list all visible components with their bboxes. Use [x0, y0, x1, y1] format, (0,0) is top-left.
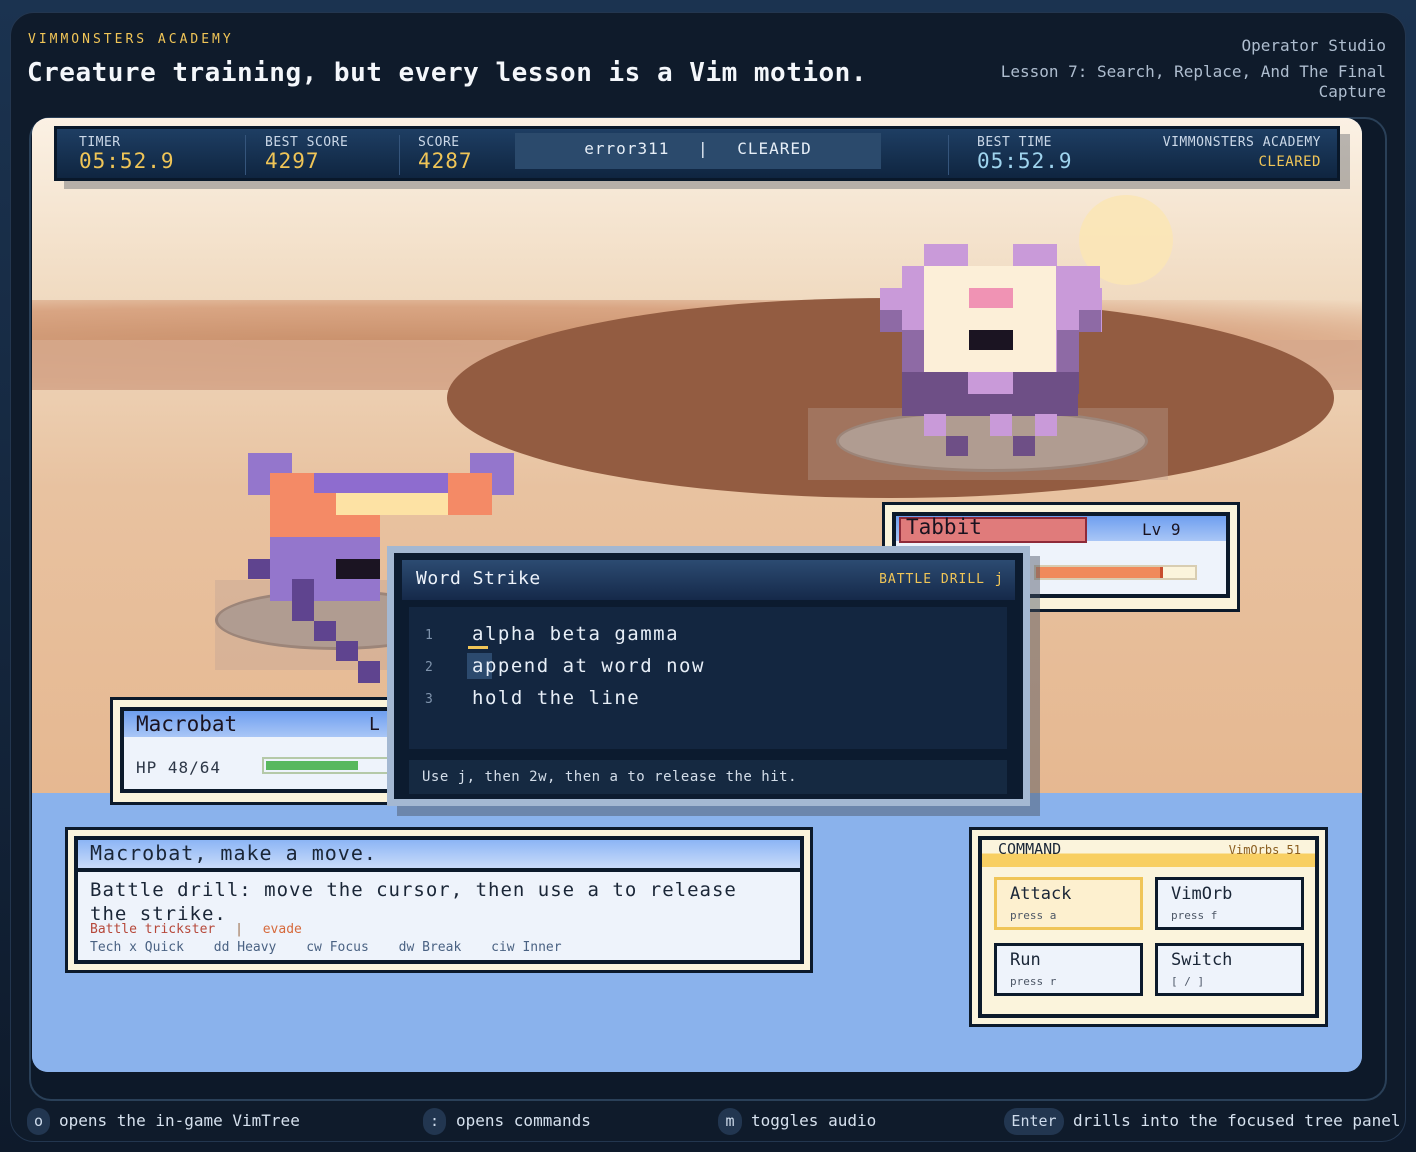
move-item[interactable]: dd Heavy [214, 940, 277, 955]
pending-key: j [994, 571, 1003, 587]
timer-value: 05:52.9 [79, 149, 175, 173]
hud-divider [948, 135, 949, 175]
command-panel: COMMAND VimOrbs 51 Attack press a VimOrb… [969, 827, 1328, 1027]
best-score: BEST SCORE 4297 [265, 135, 348, 172]
vimorb-count: VimOrbs 51 [1228, 843, 1301, 857]
hud-divider [399, 135, 400, 175]
enemy-level: Lv 9 [1142, 520, 1181, 539]
buffer-line: append at word now [472, 655, 705, 677]
move-item[interactable]: ciw Inner [491, 940, 561, 955]
score-hud: TIMER 05:52.9 BEST SCORE 4297 SCORE 4287… [54, 126, 1340, 181]
academy-label: VIMMONSTERS ACADEMY [1162, 135, 1321, 150]
shortcut-key-enter[interactable]: Enter [1004, 1108, 1064, 1135]
page-headline: Creature training, but every lesson is a… [27, 58, 867, 88]
studio-link[interactable]: Operator Studio [1242, 36, 1387, 55]
attack-button[interactable]: Attack press a [994, 877, 1143, 930]
best-score-value: 4297 [265, 149, 320, 173]
academy-cleared: CLEARED [1258, 154, 1321, 170]
player-level-glyph: L [369, 714, 380, 735]
player-name: Macrobat [136, 712, 238, 736]
shortcut-desc: toggles audio [751, 1111, 877, 1130]
player-hp-fill [266, 761, 358, 770]
shortcut-key-o[interactable]: o [27, 1108, 50, 1135]
shortcut-key-m[interactable]: m [718, 1108, 742, 1135]
best-time-value: 05:52.9 [977, 149, 1073, 173]
buffer-line: hold the line [472, 687, 641, 709]
vim-drill-editor[interactable]: Word Strike BATTLE DRILL j 1 alpha beta … [387, 546, 1030, 806]
timer: TIMER 05:52.9 [79, 135, 175, 172]
score-value: 4287 [418, 149, 473, 173]
shortcut-desc: opens commands [456, 1111, 591, 1130]
battle-message-panel: Macrobat, make a move. Battle drill: mov… [65, 827, 813, 973]
shortcut-key-colon[interactable]: : [423, 1108, 446, 1135]
battle-drill-tag: BATTLE DRILL [879, 572, 985, 587]
shortcut-desc: opens the in-game VimTree [59, 1111, 300, 1130]
drill-hint: Use j, then 2w, then a to release the hi… [409, 760, 1007, 794]
shortcut-desc: drills into the focused tree panel [1073, 1111, 1401, 1130]
status-separator: | [697, 139, 709, 158]
cursor-underline [468, 646, 488, 649]
player-hp-text: HP 48/64 [136, 758, 222, 777]
move-list: Tech x Quick dd Heavy cw Focus dw Break … [90, 940, 562, 955]
player-status: error311 | CLEARED [515, 133, 881, 169]
line-number: 2 [425, 660, 433, 675]
score: SCORE 4287 [418, 135, 473, 172]
clear-status: CLEARED [737, 139, 812, 158]
line-number: 1 [425, 628, 433, 643]
academy-status: VIMMONSTERS ACADEMY CLEARED [1163, 135, 1321, 170]
trait-separator: | [235, 922, 243, 937]
editor-header: Word Strike BATTLE DRILL j [402, 560, 1015, 600]
trait-name: Battle trickster [90, 922, 216, 937]
move-item[interactable]: dw Break [399, 940, 462, 955]
buffer-line: alpha beta gamma [472, 623, 680, 645]
battle-stage: TIMER 05:52.9 BEST SCORE 4297 SCORE 4287… [32, 118, 1362, 1072]
editor-buffer[interactable]: 1 alpha beta gamma 2 append at word now … [409, 607, 1007, 749]
timer-label: TIMER [79, 135, 121, 150]
move-item[interactable]: Tech x Quick [90, 940, 184, 955]
trait-line: Battle trickster | evade [90, 922, 302, 937]
best-score-label: BEST SCORE [265, 135, 349, 150]
editor-title: Word Strike [416, 568, 541, 589]
best-time: BEST TIME 05:52.9 [977, 135, 1073, 172]
command-title: COMMAND [998, 840, 1062, 858]
player-info-panel: Macrobat L HP 48/64 [110, 697, 410, 805]
player-hp-bar [262, 757, 392, 774]
message-title: Macrobat, make a move. [90, 841, 377, 865]
hud-divider [245, 135, 246, 175]
switch-button[interactable]: Switch [ / ] [1155, 943, 1304, 996]
trait-move: evade [262, 922, 302, 937]
enemy-hp-fill [1036, 567, 1163, 578]
enemy-name: Tabbit [906, 515, 982, 539]
run-button[interactable]: Run press r [994, 943, 1143, 996]
enemy-hp-bar [1034, 565, 1197, 580]
brand-eyebrow: VIMMONSTERS ACADEMY [28, 32, 234, 47]
line-number: 3 [425, 692, 433, 707]
move-item[interactable]: cw Focus [306, 940, 369, 955]
best-time-label: BEST TIME [977, 135, 1052, 150]
lesson-title: Lesson 7: Search, Replace, And The Final… [1000, 62, 1386, 101]
player-name: error311 [584, 139, 670, 158]
vimorb-button[interactable]: VimOrb press f [1155, 877, 1304, 930]
score-label: SCORE [418, 135, 460, 150]
message-body: Battle drill: move the cursor, then use … [90, 879, 737, 925]
